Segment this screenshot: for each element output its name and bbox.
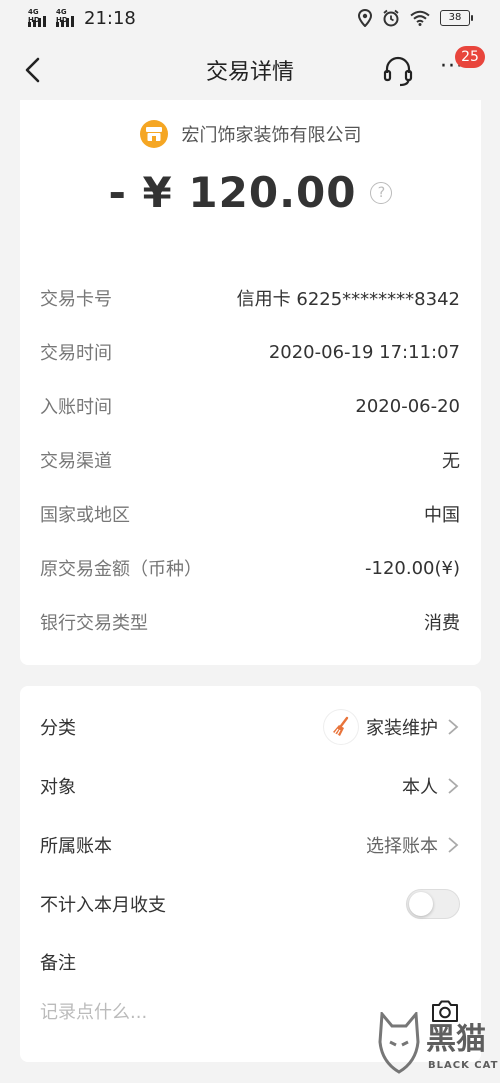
location-icon — [358, 9, 372, 27]
help-icon[interactable]: ? — [370, 181, 393, 204]
customer-service-button[interactable] — [381, 54, 415, 88]
broom-icon — [324, 710, 358, 744]
detail-row-country: 国家或地区 中国 — [40, 502, 460, 526]
category-right: 家装维护 — [324, 710, 460, 744]
black-cat-logo-icon — [378, 1012, 420, 1074]
status-bar: 4G HD 4G HD 21:18 38 — [0, 0, 500, 38]
watermark: 黑猫 BLACK CAT — [372, 1008, 500, 1083]
merchant-row: 宏门饰家装饰有限公司 — [20, 120, 481, 148]
exclude-toggle[interactable] — [406, 889, 460, 919]
detail-value: -120.00(¥) — [365, 557, 460, 579]
detail-label: 入账时间 — [40, 397, 112, 418]
detail-row-transaction-time: 交易时间 2020-06-19 17:11:07 — [40, 340, 460, 365]
detail-value: 2020-06-19 17:11:07 — [268, 341, 460, 363]
account-book-right: 选择账本 — [366, 832, 460, 858]
transaction-card: 宏门饰家装饰有限公司 - ¥ 120.00 ? 交易卡号 信用卡 6225***… — [20, 100, 481, 665]
detail-label: 交易卡号 — [40, 289, 112, 310]
detail-label: 交易时间 — [40, 343, 112, 364]
account-book-row[interactable]: 所属账本 选择账本 — [40, 825, 460, 865]
battery-icon: 38 — [440, 10, 473, 26]
target-row[interactable]: 对象 本人 — [40, 766, 460, 806]
account-book-label: 所属账本 — [40, 836, 112, 857]
page-title: 交易详情 — [205, 60, 294, 85]
notification-badge: 25 — [455, 46, 485, 68]
note-input[interactable]: 记录点什么... — [40, 998, 147, 1024]
detail-value: 信用卡 6225********8342 — [236, 289, 460, 310]
chevron-right-icon — [448, 837, 459, 853]
merchant-name: 宏门饰家装饰有限公司 — [181, 125, 362, 146]
wifi-icon — [410, 10, 430, 26]
chevron-right-icon — [448, 719, 459, 735]
bookkeeping-card: 分类 家装维护 对象 本人 所属账本 选择账本 不计入本月收支 备注 记录点什么… — [20, 686, 481, 1062]
target-label: 对象 — [40, 777, 76, 798]
detail-value: 2020-06-20 — [355, 395, 460, 417]
target-right: 本人 — [402, 773, 460, 799]
nav-bar: 交易详情 ··· — [0, 38, 500, 102]
target-value: 本人 — [402, 777, 438, 798]
detail-value: 中国 — [424, 505, 460, 526]
detail-value: 消费 — [424, 613, 460, 634]
battery-level: 38 — [448, 12, 462, 23]
detail-value: 无 — [442, 451, 460, 472]
detail-row-card-number: 交易卡号 信用卡 6225********8342 — [40, 286, 460, 310]
alarm-icon — [383, 9, 399, 27]
category-row[interactable]: 分类 家装维护 — [40, 707, 460, 747]
detail-label: 国家或地区 — [40, 505, 130, 526]
detail-label: 银行交易类型 — [40, 613, 148, 634]
detail-row-posting-date: 入账时间 2020-06-20 — [40, 394, 460, 419]
watermark-subtext: BLACK CAT — [428, 1060, 499, 1071]
status-left: 4G HD 4G HD 21:18 — [28, 8, 136, 29]
note-label: 备注 — [40, 953, 76, 974]
signal-icon: 4G HD — [28, 8, 50, 28]
detail-row-bank-type: 银行交易类型 消费 — [40, 610, 460, 634]
note-label-row: 备注 — [40, 942, 460, 982]
toggle-knob — [409, 892, 433, 916]
status-right: 38 — [358, 9, 473, 27]
exclude-label: 不计入本月收支 — [40, 895, 166, 916]
status-time: 21:18 — [84, 8, 136, 29]
watermark-text: 黑猫 — [426, 1022, 486, 1057]
detail-label: 原交易金额（币种） — [40, 559, 202, 580]
detail-label: 交易渠道 — [40, 451, 112, 472]
detail-row-channel: 交易渠道 无 — [40, 448, 460, 472]
account-book-value: 选择账本 — [366, 836, 438, 857]
detail-row-original-amount: 原交易金额（币种） -120.00(¥) — [40, 556, 460, 581]
signal-icon: 4G HD — [56, 8, 78, 28]
exclude-row: 不计入本月收支 — [40, 884, 460, 924]
category-label: 分类 — [40, 718, 76, 739]
category-value: 家装维护 — [366, 718, 438, 739]
amount-row: - ¥ 120.00 ? — [20, 168, 481, 217]
chevron-right-icon — [448, 778, 459, 794]
shop-icon — [139, 120, 168, 148]
transaction-amount: - ¥ 120.00 — [108, 168, 357, 217]
